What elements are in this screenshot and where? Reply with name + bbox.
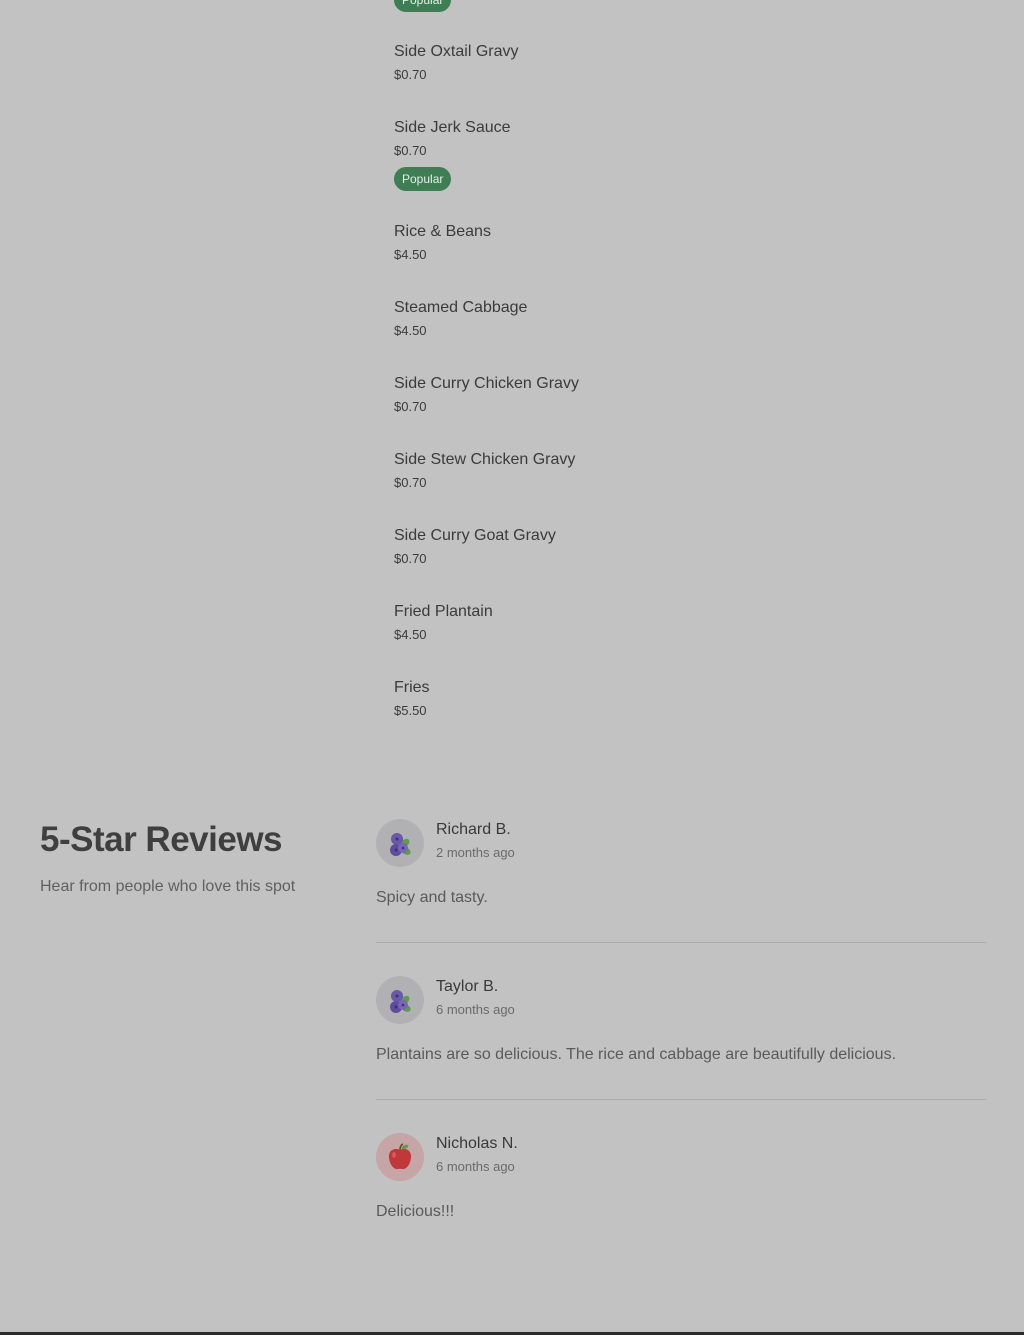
menu-item[interactable]: Steamed Cabbage $4.50 [394,298,994,339]
avatar [376,1133,424,1181]
avatar [376,819,424,867]
apple-icon [388,1143,412,1170]
reviews-title: 5-Star Reviews [40,820,283,859]
menu-item-price: $5.50 [394,703,427,718]
menu-item-name: Rice & Beans [394,223,491,240]
menu-item-price: $0.70 [394,67,427,82]
reviewer-info: Nicholas N. 6 months ago [436,1134,518,1174]
menu-item-price: $0.70 [394,143,427,158]
menu-item[interactable]: Side Curry Chicken Gravy $0.70 [394,374,994,415]
avatar [376,976,424,1024]
popular-badge: Popular [394,167,452,191]
menu-item-name: Fries [394,679,430,696]
review-time: 6 months ago [436,1002,515,1017]
menu-item-name: Side Jerk Sauce [394,119,511,136]
menu-item-name: Side Curry Chicken Gravy [394,375,579,392]
divider [376,942,986,943]
menu-item-name: Fried Plantain [394,603,493,620]
menu-item-price: $0.70 [394,399,427,414]
reviewer-name: Taylor B. [436,978,499,995]
reviewer-info: Richard B. 2 months ago [436,820,515,860]
menu-item-price: $0.70 [394,475,427,490]
menu-item[interactable]: Rice & Beans $4.50 [394,222,994,263]
review-text: Plantains are so delicious. The rice and… [376,1046,897,1063]
review-time: 2 months ago [436,845,515,860]
blueberry-icon [390,833,411,856]
blueberry-icon [390,990,411,1013]
menu-item[interactable]: Fries $5.50 [394,678,994,719]
menu-item-price: $4.50 [394,247,427,262]
review-text: Delicious!!! [376,1203,455,1220]
menu-item[interactable]: Side Oxtail Gravy $0.70 [394,42,994,83]
divider [376,1099,986,1100]
menu-item[interactable]: Side Jerk Sauce $0.70 [394,118,994,159]
reviewer-info: Taylor B. 6 months ago [436,977,515,1017]
reviewer-name: Nicholas N. [436,1135,518,1152]
menu-item[interactable]: Fried Plantain $4.50 [394,602,994,643]
popular-badge: Popular [394,0,452,12]
menu-item-name: Side Oxtail Gravy [394,43,519,60]
menu-item-price: $4.50 [394,627,427,642]
menu-item[interactable]: Side Curry Goat Gravy $0.70 [394,526,994,567]
menu-item-name: Steamed Cabbage [394,299,528,316]
review-time: 6 months ago [436,1159,515,1174]
review-text: Spicy and tasty. [376,889,488,906]
reviews-header: 5-Star Reviews Hear from people who love… [40,818,340,896]
reviewer-name: Richard B. [436,821,511,838]
menu-item-name: Side Curry Goat Gravy [394,527,556,544]
menu-item-price: $0.70 [394,551,427,566]
menu-item-name: Side Stew Chicken Gravy [394,451,576,468]
menu-item-price: $4.50 [394,323,427,338]
menu-item[interactable]: Side Stew Chicken Gravy $0.70 [394,450,994,491]
reviews-subtitle: Hear from people who love this spot [40,878,296,895]
